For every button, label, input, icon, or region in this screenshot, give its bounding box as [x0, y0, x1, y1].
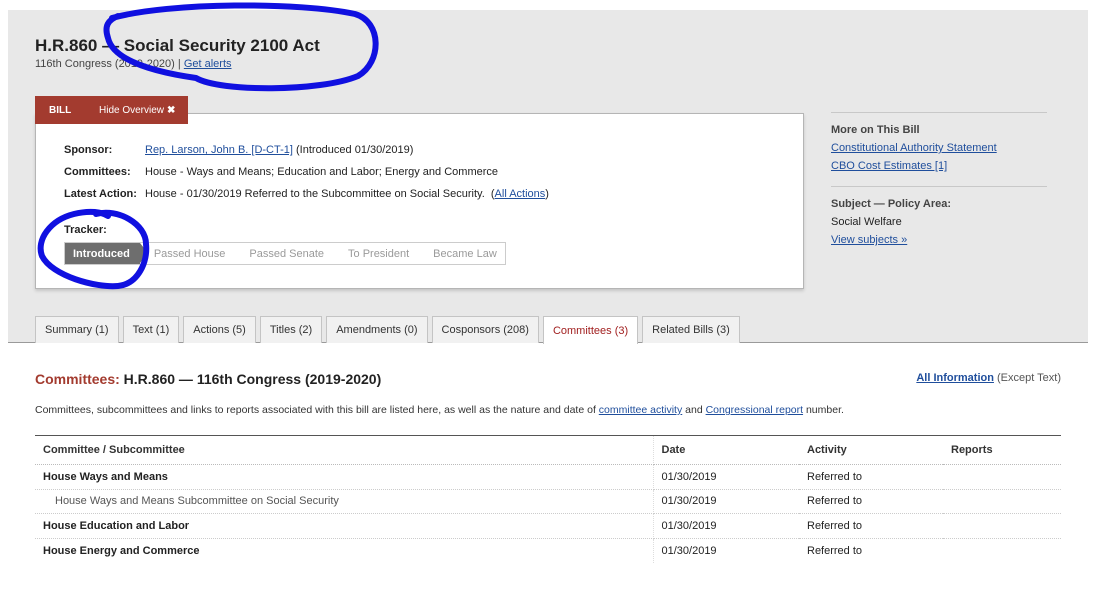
column-header-reports: Reports [943, 435, 1061, 465]
description-text-1: Committees, subcommittees and links to r… [35, 404, 599, 416]
congress-label: 116th Congress (2019-2020) [35, 58, 175, 70]
breadcrumb [34, 0, 434, 10]
tab-titles[interactable]: Titles (2) [259, 316, 323, 343]
committees-value: House - Ways and Means; Education and La… [145, 166, 498, 178]
description-text-3: number. [803, 404, 844, 416]
sponsor-label: Sponsor: [64, 144, 113, 156]
committee-activity: Referred to [807, 544, 863, 557]
committee-activity-link[interactable]: committee activity [599, 404, 682, 416]
tracker-step-introduced: Introduced [65, 243, 148, 264]
committee-activity: Referred to [799, 464, 943, 490]
column-header-date: Date [653, 435, 799, 465]
bill-overview-tab: BILL Hide Overview ✖ [35, 96, 188, 124]
committees-row: Committees: House - Ways and Means; Educa… [64, 166, 498, 178]
get-alerts-link[interactable]: Get alerts [184, 58, 232, 70]
committee-reports [943, 464, 1061, 490]
committee-date: 01/30/2019 [653, 489, 799, 514]
bill-tabs: Summary (1) Text (1) Actions (5) Titles … [35, 316, 740, 344]
committee-reports [943, 489, 1061, 514]
tab-committees[interactable]: Committees (3) [542, 316, 639, 344]
bill-overview-panel: Sponsor: Rep. Larson, John B. [D-CT-1] (I… [35, 113, 804, 289]
tab-text[interactable]: Text (1) [122, 316, 180, 343]
sidebar-divider [831, 186, 1047, 187]
latest-action-value: House - 01/30/2019 Referred to the Subco… [145, 188, 495, 200]
all-actions-link[interactable]: All Actions [495, 188, 546, 200]
subject-policy-value: Social Welfare [831, 216, 902, 228]
tracker-label: Tracker: [64, 224, 107, 236]
tab-cosponsors[interactable]: Cosponsors (208) [431, 316, 539, 343]
congressional-report-link[interactable]: Congressional report [706, 404, 803, 416]
committee-date: 01/30/2019 [653, 513, 799, 539]
all-information-link[interactable]: All Information [916, 372, 994, 384]
page: H.R.860 — Social Security 2100 Act 116th… [8, 0, 1088, 598]
tracker-step-became-law: Became Law [433, 247, 497, 260]
table-row: House Education and Labor 01/30/2019 Ref… [35, 513, 1061, 539]
subject-policy-heading: Subject — Policy Area: [831, 198, 952, 210]
except-text-note: (Except Text) [993, 372, 1061, 384]
sponsor-row: Sponsor: Rep. Larson, John B. [D-CT-1] (I… [64, 144, 413, 156]
committee-date: 01/30/2019 [661, 544, 717, 557]
latest-action-label: Latest Action: [64, 188, 137, 200]
committees-table: Committee / Subcommittee Date Activity R… [35, 435, 1061, 563]
committee-name: House Ways and Means [35, 464, 654, 490]
latest-action-close: ) [545, 188, 549, 200]
committee-name: House Energy and Commerce [35, 538, 654, 563]
bill-tracker: Introduced Passed House Passed Senate To… [64, 242, 506, 265]
table-header-row: Committee / Subcommittee Date Activity R… [35, 435, 1061, 465]
tab-related-bills[interactable]: Related Bills (3) [642, 316, 740, 343]
bill-subtitle: 116th Congress (2019-2020) | Get alerts [35, 58, 232, 70]
all-information-control: All Information (Except Text) [916, 372, 1061, 384]
section-description: Committees, subcommittees and links to r… [35, 404, 844, 416]
committee-date: 01/30/2019 [653, 464, 799, 490]
tracker-step-passed-house: Passed House [153, 247, 226, 260]
tab-summary[interactable]: Summary (1) [35, 316, 119, 343]
sponsor-link[interactable]: Rep. Larson, John B. [D-CT-1] [145, 144, 293, 156]
view-subjects-link[interactable]: View subjects » [831, 234, 907, 246]
close-icon: ✖ [167, 104, 176, 116]
committee-activity: Referred to [799, 489, 943, 514]
committee-reports [943, 513, 1061, 539]
committee-reports [943, 538, 1061, 563]
column-header-activity: Activity [799, 435, 943, 465]
hide-overview-button[interactable]: Hide Overview ✖ [99, 105, 175, 116]
tab-amendments[interactable]: Amendments (0) [326, 316, 428, 343]
hide-overview-label: Hide Overview [99, 104, 165, 116]
bill-tab-label: BILL [49, 104, 72, 116]
bill-sidebar: More on This Bill Constitutional Authori… [831, 112, 1047, 246]
constitutional-authority-link[interactable]: Constitutional Authority Statement [831, 142, 997, 154]
breadcrumb-cut-2[interactable] [73, 5, 110, 7]
breadcrumb-cut-1[interactable] [34, 5, 52, 7]
committee-name: House Education and Labor [35, 513, 654, 539]
table-row: House Energy and Commerce 01/30/2019 Ref… [35, 538, 1061, 563]
sponsor-note: (Introduced 01/30/2019) [292, 144, 414, 156]
cbo-cost-estimates-link[interactable]: CBO Cost Estimates [1] [831, 160, 947, 172]
tracker-step-passed-senate: Passed Senate [249, 247, 325, 260]
more-on-bill-heading: More on This Bill [831, 124, 920, 136]
committees-label: Committees: [64, 166, 131, 178]
section-title-label: Committees: [35, 371, 120, 387]
latest-action-row: Latest Action: House - 01/30/2019 Referre… [64, 188, 549, 200]
section-title-rest: H.R.860 — 116th Congress (2019-2020) [119, 371, 382, 387]
description-text-2: and [682, 404, 706, 416]
tab-actions[interactable]: Actions (5) [183, 316, 256, 343]
subtitle-separator: | [174, 58, 184, 70]
breadcrumb-cut-3[interactable] [131, 5, 174, 7]
committee-activity: Referred to [799, 513, 943, 539]
column-header-committee: Committee / Subcommittee [35, 435, 654, 465]
sidebar-divider [831, 112, 1047, 113]
bill-title: H.R.860 — Social Security 2100 Act [35, 36, 320, 55]
tracker-step-to-president: To President [348, 247, 410, 260]
table-row: House Ways and Means Subcommittee on Soc… [35, 489, 1061, 514]
section-title: Committees: H.R.860 — 116th Congress (20… [35, 371, 381, 387]
table-row: House Ways and Means 01/30/2019 Referred… [35, 464, 1061, 490]
subcommittee-name: House Ways and Means Subcommittee on Soc… [35, 489, 654, 514]
